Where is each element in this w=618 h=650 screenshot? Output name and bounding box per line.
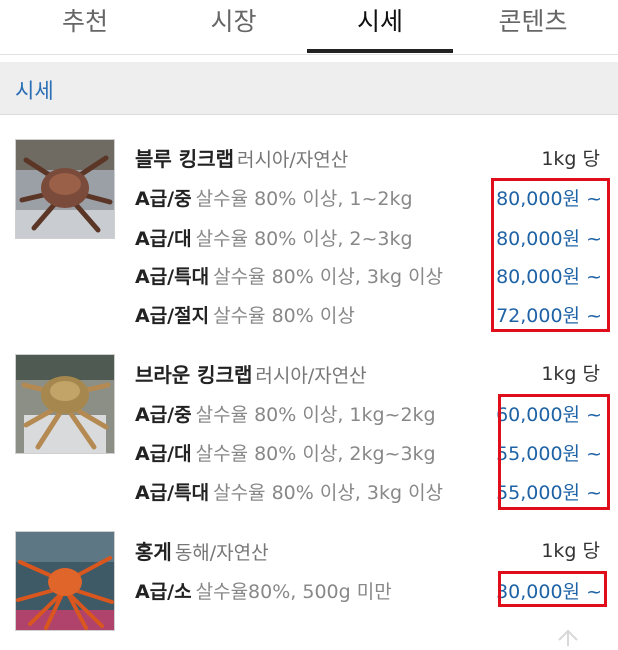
grade-label: A급/중 xyxy=(135,404,192,426)
grade-spec: 살수율 80% 이상, 3kg 이상 xyxy=(213,482,444,504)
price-row: A급/대 살수율 80% 이상, 2~3kg xyxy=(135,224,413,251)
arrow-up-icon xyxy=(558,629,578,646)
price-row: A급/중 살수율 80% 이상, 1kg~2kg xyxy=(135,400,436,427)
product-origin: 러시아/자연산 xyxy=(236,149,349,171)
price-highlight-box xyxy=(498,571,607,607)
tab-market[interactable]: 시장 xyxy=(160,0,307,54)
tab-contents[interactable]: 콘텐츠 xyxy=(453,0,613,54)
product-name: 브라운 킹크랩 러시아/자연산 xyxy=(135,363,367,387)
grade-spec: 살수율80%, 500g 미만 xyxy=(195,581,392,603)
grade-spec: 살수율 80% 이상, 1~2kg xyxy=(195,188,413,210)
blue-king-crab-image xyxy=(15,139,115,239)
grade-label: A급/중 xyxy=(135,188,192,210)
scroll-top-button[interactable] xyxy=(553,626,583,646)
grade-spec: 살수율 80% 이상, 3kg 이상 xyxy=(213,266,444,288)
grade-label: A급/특대 xyxy=(135,266,210,288)
price-row: A급/소 살수율80%, 500g 미만 xyxy=(135,577,392,604)
product-origin: 동해/자연산 xyxy=(174,542,269,564)
tab-price[interactable]: 시세 xyxy=(307,0,453,54)
red-snow-crab-image xyxy=(15,531,115,631)
grade-label: A급/소 xyxy=(135,581,192,603)
price-row: A급/특대 살수율 80% 이상, 3kg 이상 xyxy=(135,478,443,505)
price-row: A급/대 살수율 80% 이상, 2kg~3kg xyxy=(135,439,436,466)
grade-label: A급/대 xyxy=(135,443,192,465)
active-tab-indicator xyxy=(307,49,453,53)
price-row: A급/특대 살수율 80% 이상, 3kg 이상 xyxy=(135,262,443,289)
grade-label: A급/절지 xyxy=(135,305,210,327)
grade-spec: 살수율 80% 이상 xyxy=(213,305,355,327)
grade-spec: 살수율 80% 이상, 2~3kg xyxy=(195,228,413,250)
price-highlight-box xyxy=(498,394,610,510)
section-title: 시세 xyxy=(15,79,54,103)
grade-label: A급/특대 xyxy=(135,482,210,504)
tab-recommend[interactable]: 추천 xyxy=(10,0,160,54)
brown-king-crab-image xyxy=(15,354,115,454)
price-row: A급/절지 살수율 80% 이상 xyxy=(135,301,355,328)
price-unit: 1kg 당 xyxy=(541,148,600,170)
price-unit: 1kg 당 xyxy=(541,540,600,562)
section-header: 시세 xyxy=(0,62,618,115)
price-row: A급/중 살수율 80% 이상, 1~2kg xyxy=(135,184,413,211)
grade-spec: 살수율 80% 이상, 2kg~3kg xyxy=(195,443,436,465)
grade-label: A급/대 xyxy=(135,228,192,250)
price-highlight-box xyxy=(491,178,610,332)
product-name: 홍게 동해/자연산 xyxy=(135,540,269,564)
product-name: 블루 킹크랩 러시아/자연산 xyxy=(135,147,349,171)
grade-spec: 살수율 80% 이상, 1kg~2kg xyxy=(195,404,436,426)
price-unit: 1kg 당 xyxy=(541,363,600,385)
top-tab-bar: 추천 시장 시세 콘텐츠 xyxy=(0,0,618,55)
product-origin: 러시아/자연산 xyxy=(255,365,367,387)
